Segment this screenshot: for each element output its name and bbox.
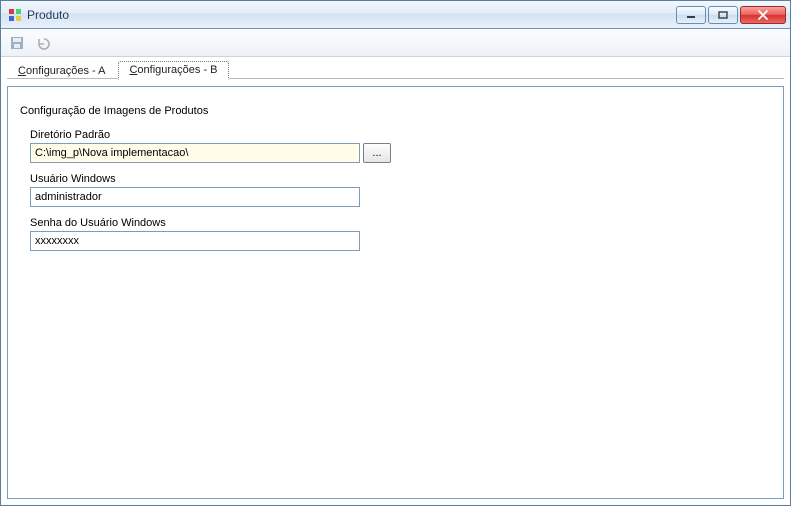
form: Diretório Padrão ... Usuário Windows Sen… xyxy=(20,129,771,261)
close-button[interactable] xyxy=(740,6,786,24)
titlebar: Produto xyxy=(1,1,790,29)
content-area: Configuração de Imagens de Produtos Dire… xyxy=(1,80,790,505)
label-directory: Diretório Padrão xyxy=(30,129,771,141)
label-user: Usuário Windows xyxy=(30,173,771,185)
panel: Configuração de Imagens de Produtos Dire… xyxy=(7,86,784,499)
field-password: Senha do Usuário Windows xyxy=(30,217,771,251)
tabs: Configurações - A Configurações - B xyxy=(1,57,790,79)
save-icon[interactable] xyxy=(7,33,27,53)
tab-b-rest: onfigurações - B xyxy=(137,64,217,76)
password-input[interactable] xyxy=(30,231,360,251)
tab-a-hotkey: C xyxy=(18,65,26,77)
undo-icon[interactable] xyxy=(33,33,53,53)
minimize-button[interactable] xyxy=(676,6,706,24)
tab-configuracoes-b[interactable]: Configurações - B xyxy=(118,61,228,80)
field-user: Usuário Windows xyxy=(30,173,771,207)
user-input[interactable] xyxy=(30,187,360,207)
tab-a-rest: onfigurações - A xyxy=(26,65,106,77)
app-icon xyxy=(7,7,23,23)
section-title: Configuração de Imagens de Produtos xyxy=(20,105,771,117)
browse-button[interactable]: ... xyxy=(363,143,391,163)
maximize-button[interactable] xyxy=(708,6,738,24)
label-password: Senha do Usuário Windows xyxy=(30,217,771,229)
toolbar xyxy=(1,29,790,57)
field-directory: Diretório Padrão ... xyxy=(30,129,771,163)
window-title: Produto xyxy=(27,8,676,22)
directory-input[interactable] xyxy=(30,143,360,163)
window-controls xyxy=(676,6,786,24)
window-frame: Produto xyxy=(0,0,791,506)
